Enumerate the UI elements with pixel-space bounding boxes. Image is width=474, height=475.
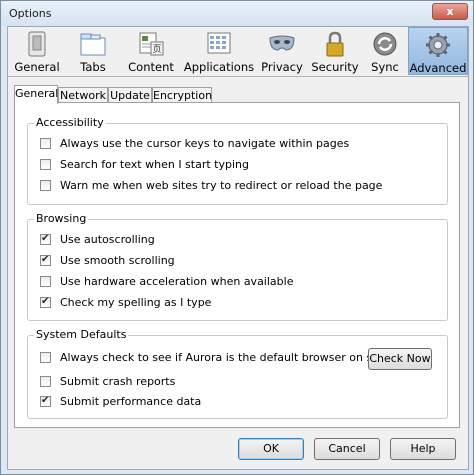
group-title: System Defaults — [34, 328, 129, 341]
window-title: Options — [9, 7, 52, 20]
tab-encryption[interactable]: Encryption — [152, 87, 212, 103]
checkbox-box[interactable] — [40, 394, 51, 408]
accessibility-group: Accessibility Always use the cursor keys… — [27, 116, 448, 205]
client-area: General Tabs 页 Content Applications Priv… — [7, 26, 469, 470]
gear-icon — [426, 33, 450, 57]
check-now-button[interactable]: Check Now — [368, 348, 432, 370]
checkbox-label: Search for text when I start typing — [60, 158, 249, 171]
checkbox-box[interactable] — [40, 352, 51, 363]
group-title: Browsing — [34, 212, 89, 225]
ok-button[interactable]: OK — [238, 438, 304, 460]
checkbox-box[interactable] — [40, 138, 51, 149]
checkbox-label: Submit crash reports — [60, 375, 176, 388]
toolbar-item-advanced[interactable]: Advanced — [408, 27, 468, 75]
help-button[interactable]: Help — [390, 438, 456, 460]
browsing-group: Browsing Use autoscrolling Use smooth sc… — [27, 212, 448, 321]
checkbox-box[interactable] — [40, 253, 51, 267]
padlock-icon — [326, 31, 344, 57]
checkbox-label: Check my spelling as I type — [60, 296, 212, 309]
category-toolbar: General Tabs 页 Content Applications Priv… — [8, 27, 468, 77]
cancel-button[interactable]: Cancel — [314, 438, 380, 460]
toolbar-item-applications[interactable]: Applications — [182, 27, 256, 75]
toolbar-label: Advanced — [409, 61, 467, 75]
checkbox-label: Warn me when web sites try to redirect o… — [60, 179, 383, 192]
checkbox-box[interactable] — [40, 232, 51, 246]
tab-network[interactable]: Network — [58, 87, 108, 103]
toolbar-label: Security — [311, 60, 359, 74]
tab-general[interactable]: General — [14, 85, 58, 104]
options-window: Options x General Tabs 页 Content Applica… — [0, 0, 474, 475]
toolbar-item-sync[interactable]: Sync — [362, 27, 408, 75]
checkbox-label: Use hardware acceleration when available — [60, 275, 294, 288]
checkbox-box[interactable] — [40, 180, 51, 191]
close-button[interactable]: x — [432, 3, 468, 20]
content-icon: 页 — [139, 32, 164, 56]
general-panel: Accessibility Always use the cursor keys… — [14, 102, 460, 428]
toolbar-label: Tabs — [80, 60, 106, 74]
toolbar-label: Privacy — [261, 60, 303, 74]
checkbox-label: Submit performance data — [60, 395, 202, 408]
checkbox-label: Always check to see if Aurora is the def… — [60, 351, 407, 364]
general-icon — [28, 31, 46, 57]
checkbox-label: Use smooth scrolling — [60, 254, 175, 267]
tab-update[interactable]: Update — [108, 87, 152, 103]
checkbox-box[interactable] — [40, 376, 51, 387]
toolbar-label: Applications — [183, 60, 255, 74]
checkbox-box[interactable] — [40, 276, 51, 287]
tabs-icon — [80, 33, 106, 56]
toolbar-label: Sync — [371, 60, 399, 74]
title-bar: Options x — [1, 1, 473, 26]
toolbar-item-privacy[interactable]: Privacy — [256, 27, 308, 75]
applications-icon — [207, 32, 231, 54]
svg-text:页: 页 — [152, 44, 161, 55]
checkbox-label: Use autoscrolling — [60, 233, 155, 246]
toolbar-item-general[interactable]: General — [8, 27, 66, 75]
sync-icon — [373, 32, 397, 56]
toolbar-item-security[interactable]: Security — [308, 27, 362, 75]
toolbar-label: General — [14, 60, 60, 74]
group-title: Accessibility — [34, 116, 106, 129]
checkbox-box[interactable] — [40, 295, 51, 309]
close-icon: x — [446, 5, 454, 18]
privacy-mask-icon — [269, 35, 295, 51]
toolbar-item-tabs[interactable]: Tabs — [66, 27, 120, 75]
toolbar-item-content[interactable]: 页 Content — [120, 27, 182, 75]
checkbox-label: Always use the cursor keys to navigate w… — [60, 137, 350, 150]
toolbar-label: Content — [128, 60, 174, 74]
system-defaults-group: System Defaults Always check to see if A… — [27, 328, 448, 419]
checkbox-box[interactable] — [40, 159, 51, 170]
